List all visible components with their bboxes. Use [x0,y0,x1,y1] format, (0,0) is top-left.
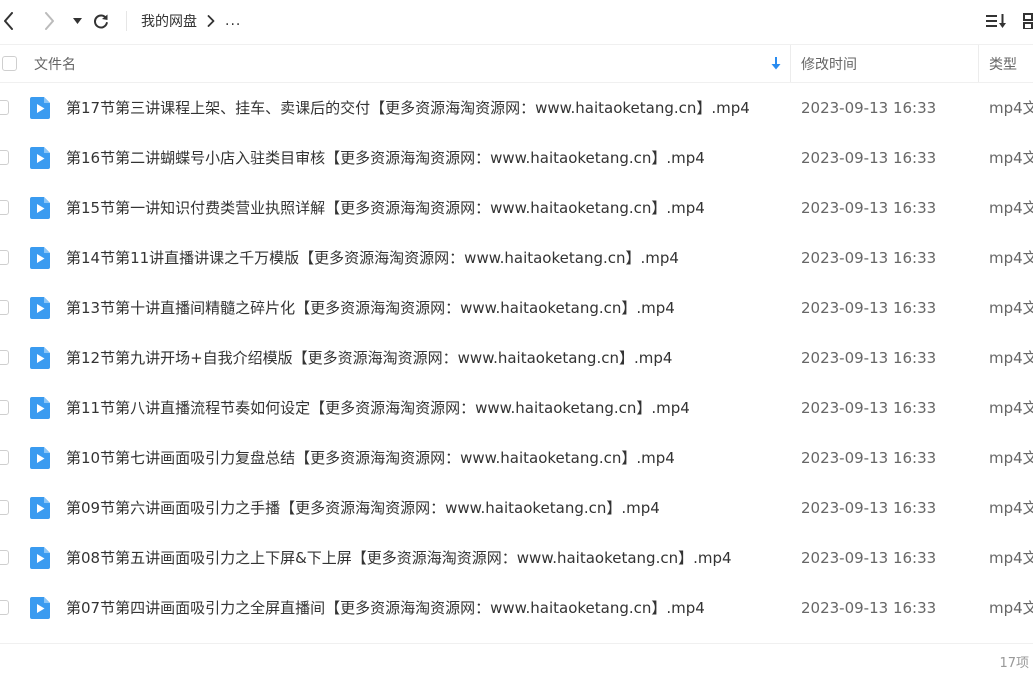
breadcrumb-more[interactable]: ... [225,13,241,29]
video-file-icon [30,197,50,219]
video-file-icon [30,547,50,569]
select-all-checkbox[interactable] [2,56,17,71]
column-divider[interactable] [790,45,791,82]
chevron-right-icon [45,12,54,30]
file-row[interactable]: 第11节第八讲直播流程节奏如何设定【更多资源海淘资源网：www.haitaoke… [0,383,1033,433]
row-checkbox[interactable] [0,100,9,115]
breadcrumb-separator-icon [207,15,215,27]
file-modified-time: 2023-09-13 16:33 [801,249,937,267]
row-checkbox[interactable] [0,200,9,215]
row-checkbox[interactable] [0,250,9,265]
file-row[interactable]: 第14节第11讲直播讲课之千万模版【更多资源海淘资源网：www.haitaoke… [0,233,1033,283]
file-modified-time: 2023-09-13 16:33 [801,449,937,467]
file-modified-time: 2023-09-13 16:33 [801,549,937,567]
file-modified-time: 2023-09-13 16:33 [801,399,937,417]
file-row[interactable]: 第07节第四讲画面吸引力之全屏直播间【更多资源海淘资源网：www.haitaok… [0,583,1033,633]
file-modified-time: 2023-09-13 16:33 [801,499,937,517]
file-type: mp4文 [989,399,1033,417]
file-type: mp4文 [989,499,1033,517]
file-row[interactable]: 第13节第十讲直播间精髓之碎片化【更多资源海淘资源网：www.haitaoket… [0,283,1033,333]
row-checkbox[interactable] [0,400,9,415]
video-file-icon [30,247,50,269]
table-header: 文件名 修改时间 类型 [0,44,1033,83]
file-name[interactable]: 第11节第八讲直播流程节奏如何设定【更多资源海淘资源网：www.haitaoke… [66,383,690,433]
file-modified-time: 2023-09-13 16:33 [801,149,937,167]
file-name[interactable]: 第07节第四讲画面吸引力之全屏直播间【更多资源海淘资源网：www.haitaok… [66,583,705,633]
caret-down-icon [72,18,82,24]
video-file-icon [30,147,50,169]
toolbar-divider [126,11,127,31]
row-checkbox[interactable] [0,500,9,515]
video-file-icon [30,447,50,469]
row-checkbox[interactable] [0,300,9,315]
file-modified-time: 2023-09-13 16:33 [801,99,937,117]
video-file-icon [30,397,50,419]
column-header-type[interactable]: 类型 [989,45,1017,82]
file-type: mp4文 [989,249,1033,267]
video-file-icon [30,97,50,119]
back-button[interactable] [2,0,16,42]
video-file-icon [30,347,50,369]
refresh-icon [94,14,108,29]
toolbar: 我的网盘 ... [0,0,1033,42]
row-checkbox[interactable] [0,350,9,365]
grid-view-button[interactable] [1023,0,1033,42]
file-modified-time: 2023-09-13 16:33 [801,349,937,367]
file-type: mp4文 [989,99,1033,117]
column-header-name[interactable]: 文件名 [34,45,76,82]
video-file-icon [30,497,50,519]
file-name[interactable]: 第10节第七讲画面吸引力复盘总结【更多资源海淘资源网：www.haitaoket… [66,433,675,483]
row-checkbox[interactable] [0,450,9,465]
file-type: mp4文 [989,299,1033,317]
file-modified-time: 2023-09-13 16:33 [801,599,937,617]
column-divider[interactable] [978,45,979,82]
footer-divider [0,643,1033,644]
file-list: 第17节第三讲课程上架、挂车、卖课后的交付【更多资源海淘资源网：www.hait… [0,83,1033,633]
file-row[interactable]: 第15节第一讲知识付费类营业执照详解【更多资源海淘资源网：www.haitaok… [0,183,1033,233]
breadcrumb-root[interactable]: 我的网盘 [141,11,197,31]
file-name[interactable]: 第08节第五讲画面吸引力之上下屏&下上屏【更多资源海淘资源网：www.haita… [66,533,732,583]
file-type: mp4文 [989,549,1033,567]
row-checkbox[interactable] [0,150,9,165]
chevron-left-icon [4,12,13,30]
sort-indicator-icon[interactable] [771,45,781,82]
file-name[interactable]: 第14节第11讲直播讲课之千万模版【更多资源海淘资源网：www.haitaoke… [66,233,679,283]
file-name[interactable]: 第13节第十讲直播间精髓之碎片化【更多资源海淘资源网：www.haitaoket… [66,283,675,333]
file-type: mp4文 [989,349,1033,367]
file-type: mp4文 [989,449,1033,467]
file-type: mp4文 [989,149,1033,167]
sort-button[interactable] [986,0,1008,42]
file-row[interactable]: 第16节第二讲蝴蝶号小店入驻类目审核【更多资源海淘资源网：www.haitaok… [0,133,1033,183]
file-name[interactable]: 第16节第二讲蝴蝶号小店入驻类目审核【更多资源海淘资源网：www.haitaok… [66,133,705,183]
row-checkbox[interactable] [0,600,9,615]
file-modified-time: 2023-09-13 16:33 [801,299,937,317]
item-count: 17项 [999,656,1029,671]
row-checkbox[interactable] [0,550,9,565]
column-header-modified[interactable]: 修改时间 [801,45,857,82]
file-row[interactable]: 第08节第五讲画面吸引力之上下屏&下上屏【更多资源海淘资源网：www.haita… [0,533,1033,583]
file-type: mp4文 [989,199,1033,217]
history-dropdown-button[interactable] [71,0,83,42]
file-name[interactable]: 第12节第九讲开场+自我介绍模版【更多资源海淘资源网：www.haitaoket… [66,333,672,383]
file-row[interactable]: 第17节第三讲课程上架、挂车、卖课后的交付【更多资源海淘资源网：www.hait… [0,83,1033,133]
video-file-icon [30,297,50,319]
file-row[interactable]: 第10节第七讲画面吸引力复盘总结【更多资源海淘资源网：www.haitaoket… [0,433,1033,483]
file-row[interactable]: 第09节第六讲画面吸引力之手播【更多资源海淘资源网：www.haitaoketa… [0,483,1033,533]
forward-button[interactable] [42,0,56,42]
file-row[interactable]: 第12节第九讲开场+自我介绍模版【更多资源海淘资源网：www.haitaoket… [0,333,1033,383]
refresh-button[interactable] [92,0,110,42]
file-name[interactable]: 第09节第六讲画面吸引力之手播【更多资源海淘资源网：www.haitaoketa… [66,483,660,533]
file-name[interactable]: 第15节第一讲知识付费类营业执照详解【更多资源海淘资源网：www.haitaok… [66,183,705,233]
file-modified-time: 2023-09-13 16:33 [801,199,937,217]
file-name[interactable]: 第17节第三讲课程上架、挂车、卖课后的交付【更多资源海淘资源网：www.hait… [66,83,750,133]
video-file-icon [30,597,50,619]
grid-view-icon [1023,13,1033,29]
sort-icon [986,14,1006,28]
file-type: mp4文 [989,599,1033,617]
